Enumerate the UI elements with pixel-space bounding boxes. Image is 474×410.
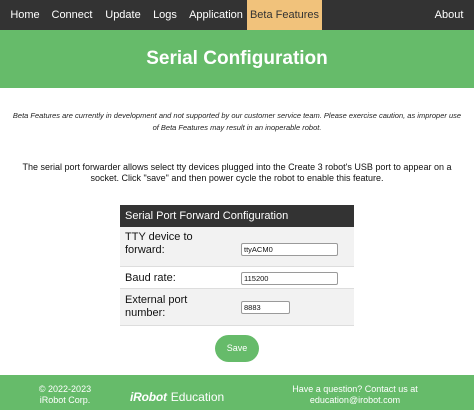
nav-connect[interactable]: Connect	[48, 0, 96, 30]
external-port-label: External port number:	[125, 294, 235, 320]
contact-email-link[interactable]: education@irobot.com	[280, 395, 430, 406]
footer-copyright: © 2022-2023 iRobot Corp.	[20, 384, 110, 406]
baud-rate-label: Baud rate:	[125, 272, 176, 284]
external-port-row: External port number:	[120, 289, 354, 326]
baud-rate-input[interactable]	[241, 272, 338, 285]
footer-contact: Have a question? Contact us at education…	[280, 384, 430, 406]
education-logo-text: Education	[170, 390, 225, 404]
disclaimer-line-2: of Beta Features may result in an inoper…	[152, 123, 322, 132]
tty-device-row: TTY device to forward:	[120, 227, 354, 267]
port-label-line-1: External port	[125, 294, 188, 306]
description-line-2: socket. Click "save" and then power cycl…	[90, 173, 384, 183]
footer: © 2022-2023 iRobot Corp. iRobot Education…	[0, 378, 474, 410]
feature-description: The serial port forwarder allows select …	[12, 162, 462, 184]
serial-config-table: Serial Port Forward Configuration TTY de…	[120, 205, 354, 326]
save-button[interactable]: Save	[215, 335, 259, 362]
copyright-line-1: © 2022-2023	[38, 384, 92, 394]
nav-update[interactable]: Update	[100, 0, 146, 30]
description-line-1: The serial port forwarder allows select …	[22, 162, 452, 172]
copyright-line-2: iRobot Corp.	[39, 395, 91, 405]
nav-about[interactable]: About	[432, 0, 466, 30]
page-title: Serial Configuration	[146, 48, 328, 69]
baud-rate-row: Baud rate:	[120, 267, 354, 289]
top-nav: Home Connect Update Logs Application Bet…	[0, 0, 474, 30]
port-label-line-2: number:	[125, 307, 166, 319]
tty-device-label: TTY device to forward:	[125, 231, 235, 257]
nav-application[interactable]: Application	[186, 0, 246, 30]
tty-device-input[interactable]	[241, 243, 338, 256]
tty-label-line-1: TTY device to	[125, 231, 193, 243]
nav-home[interactable]: Home	[6, 0, 44, 30]
tty-label-line-2: forward:	[125, 244, 165, 256]
contact-line-1: Have a question? Contact us at	[292, 384, 418, 394]
irobot-education-logo: iRobot Education	[130, 388, 225, 404]
page-header: Serial Configuration	[0, 30, 474, 88]
config-table-title: Serial Port Forward Configuration	[120, 205, 354, 227]
disclaimer-line-1: Beta Features are currently in developme…	[12, 111, 462, 120]
page: Home Connect Update Logs Application Bet…	[0, 0, 474, 410]
external-port-input[interactable]	[241, 301, 290, 314]
irobot-logo-text: iRobot	[130, 390, 167, 404]
nav-logs[interactable]: Logs	[150, 0, 180, 30]
beta-disclaimer: Beta Features are currently in developme…	[12, 110, 462, 134]
nav-beta-features[interactable]: Beta Features	[247, 0, 322, 30]
